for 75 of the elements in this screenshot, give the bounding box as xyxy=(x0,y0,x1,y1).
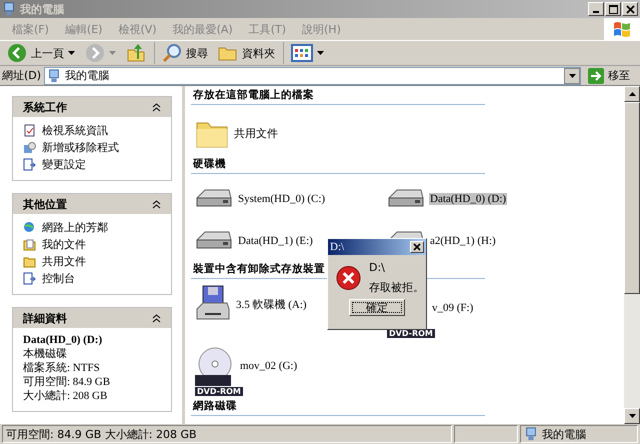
maximize-icon xyxy=(608,4,618,14)
task-link[interactable]: 共用文件 xyxy=(42,254,86,269)
settings-icon xyxy=(23,158,36,171)
drive-label[interactable]: Data(HD_1) (E:) xyxy=(237,235,314,247)
document-check-icon xyxy=(23,124,36,137)
dvd-rom-label: DVD-ROM xyxy=(387,329,435,338)
task-link[interactable]: 控制台 xyxy=(42,271,75,286)
down-arrow-icon xyxy=(628,414,636,418)
error-icon xyxy=(336,265,361,291)
drive-label[interactable]: v_09 (F:) xyxy=(431,302,474,314)
caret-icon xyxy=(317,51,324,55)
up-arrow-icon xyxy=(628,92,636,96)
address-label: 網址(D) xyxy=(2,68,42,83)
computer-icon xyxy=(2,2,16,16)
detail-line: 可用空間: 84.9 GB xyxy=(23,376,112,389)
computer-icon xyxy=(47,68,62,82)
drive-label[interactable]: Data(HD_0) (D:) xyxy=(429,193,508,205)
views-icon xyxy=(291,44,313,62)
folder-icon xyxy=(23,255,36,268)
drive-label[interactable]: 3.5 軟碟機 (A:) xyxy=(235,296,308,312)
section-header: 存放在這部電腦上的檔案 xyxy=(191,88,485,105)
window-title: 我的電腦 xyxy=(20,2,65,16)
flag-logo-icon xyxy=(612,20,632,38)
go-button[interactable]: 移至 xyxy=(584,68,638,84)
section-header: 硬碟機 xyxy=(191,157,485,174)
task-link[interactable]: 我的文件 xyxy=(42,237,86,252)
dropdown-button[interactable] xyxy=(564,68,580,84)
settings-icon xyxy=(23,272,36,285)
caret-icon xyxy=(109,51,116,55)
dvd-rom-label: DVD-ROM xyxy=(195,387,243,396)
task-link[interactable]: 變更設定 xyxy=(42,157,86,172)
drive-label[interactable]: System(HD_0) (C:) xyxy=(237,193,326,205)
close-button[interactable] xyxy=(410,241,424,253)
close-icon xyxy=(626,4,634,14)
drive-label[interactable]: mov_02 (G:) xyxy=(239,360,298,372)
dialog-message: 存取被拒。 xyxy=(369,280,424,295)
dialog-path: D:\ xyxy=(369,261,386,274)
close-button[interactable] xyxy=(622,2,638,16)
detail-line: 大小總計: 208 GB xyxy=(23,390,108,403)
back-button[interactable]: 上一頁 xyxy=(4,42,78,64)
location-text: 我的電腦 xyxy=(542,426,586,442)
drive-name: Data(HD_0) (D:) xyxy=(23,334,104,347)
detail-line: 檔案系統: NTFS xyxy=(23,362,101,375)
globe-computer-icon xyxy=(23,221,36,234)
section-header: 網路磁碟 xyxy=(191,399,485,416)
drive-type: 本機磁碟 xyxy=(23,348,68,361)
search-icon xyxy=(162,43,182,63)
collapse-chevron-icon[interactable] xyxy=(152,200,161,208)
scroll-up-button[interactable] xyxy=(624,86,640,102)
drive-label[interactable]: 共用文件 xyxy=(233,126,279,140)
task-link[interactable]: 網路上的芳鄰 xyxy=(42,220,108,235)
folders-button[interactable]: 資料夾 xyxy=(215,42,284,64)
task-link[interactable]: 檢視系統資訊 xyxy=(42,123,108,138)
computer-icon xyxy=(524,427,538,441)
task-link[interactable]: 新增或移除程式 xyxy=(42,140,119,155)
panel-title: 其他位置 xyxy=(23,196,67,212)
scroll-thumb[interactable] xyxy=(624,102,640,294)
scroll-down-button[interactable] xyxy=(624,408,640,424)
dialog-title: D:\ xyxy=(330,241,344,253)
caret-icon xyxy=(568,74,576,78)
up-folder-icon xyxy=(126,43,146,63)
status-text: 可用空間: 84.9 GB 大小總計: 208 GB xyxy=(2,425,452,443)
drive-label[interactable]: a2(HD_1) (H:) xyxy=(429,235,497,247)
caret-icon xyxy=(68,51,75,55)
search-button[interactable]: 搜尋 xyxy=(159,42,211,64)
collapse-chevron-icon[interactable] xyxy=(152,314,161,322)
maximize-button[interactable] xyxy=(605,2,621,16)
collapse-chevron-icon[interactable] xyxy=(152,102,161,112)
views-button[interactable] xyxy=(288,42,327,64)
minimize-button[interactable] xyxy=(588,2,604,16)
address-field[interactable]: 我的電腦 xyxy=(44,66,581,84)
panel-title: 系統工作 xyxy=(23,100,67,114)
panel-title: 詳細資料 xyxy=(23,310,67,326)
document-folder-icon xyxy=(23,238,36,251)
close-icon xyxy=(413,243,421,251)
